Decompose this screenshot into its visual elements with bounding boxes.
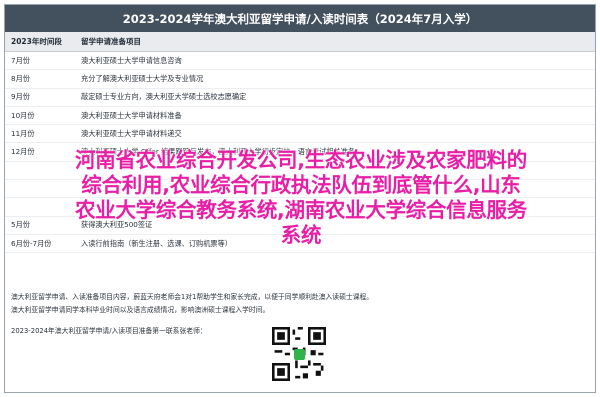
table-row: 9月份 敲定硕士专业方向，澳大利亚大学硕士选校志愿确定 [5,89,595,107]
row-item: 敲定硕士专业方向，澳大利亚大学硕士选校志愿确定 [81,92,247,102]
table-row: 7月份 澳大利亚硕士大学申请信息咨询 [5,52,595,71]
table-row: 10月份 澳大利亚硕士大学申请材料准备 [5,107,595,126]
table-row: 12月份 澳大利亚硕士大学 Offer 结果跟踪与发布，澳大利亚大学初步定校，语言… [5,143,595,162]
row-item: 澳大利亚硕士大学申请材料准备 [81,110,182,120]
table-row [5,180,595,199]
row-period: 10月份 [11,110,35,120]
header-items: 留学申请准备项目 [81,37,141,46]
timeline-sheet: 2023-2024学年澳大利亚留学申请/入读时间表（2024年7月入学） 202… [4,4,596,393]
timeline-table: 7月份 澳大利亚硕士大学申请信息咨询 8月份 充分了解澳大利亚硕士大学及专业情况 9月份… [5,52,595,254]
table-row [5,162,595,181]
row-period: 9月份 [11,92,30,102]
row-period: 7月份 [11,55,30,65]
table-row: 8月份 充分了解澳大利亚硕士大学及专业情况 [5,70,595,89]
row-item: 澳大利亚硕士大学申请信息咨询 [81,55,182,65]
row-period: 6月份-7月份 [11,238,52,248]
row-period: 11月份 [11,128,35,138]
table-row: 6月份-7月份 入读行前指南（新生注册、选课、订购机票等） [5,235,595,254]
wechat-icon [294,349,305,360]
row-item: 获得澳大利亚500签证 [81,220,153,230]
row-item: 充分了解澳大利亚硕士大学及专业情况 [81,73,204,83]
row-item: 澳大利亚硕士大学 Offer 结果跟踪与发布，澳大利亚大学初步定校，语言考试相关… [81,147,356,157]
row-period: 12月份 [11,147,35,157]
page-title: 2023-2024学年澳大利亚留学申请/入读时间表（2024年7月入学） [5,5,595,32]
row-item: 澳大利亚硕士大学申请材料递交 [81,128,182,138]
table-row: 11月份 澳大利亚硕士大学申请材料递交 [5,125,595,144]
table-header: 2023年时间段 留学申请准备项目 [5,32,595,52]
row-item: 入读行前指南（新生注册、选课、订购机票等） [81,238,232,248]
table-row [5,198,595,217]
header-period: 2023年时间段 [11,37,62,46]
note-2: 澳大利亚留学申请同学本科毕业时间以及语言成绩情况，影响澳洲硕士课程入学时间。 [11,306,270,314]
note-1: 澳大利亚留学申请、入读准备项目内容，蔚蓝天府老师会1对1帮助学生和家长完成，以便… [11,293,374,301]
table-row: 5月份 获得澳大利亚500签证 [5,217,595,235]
row-period: 5月份 [11,220,30,230]
row-period: 8月份 [11,73,30,83]
